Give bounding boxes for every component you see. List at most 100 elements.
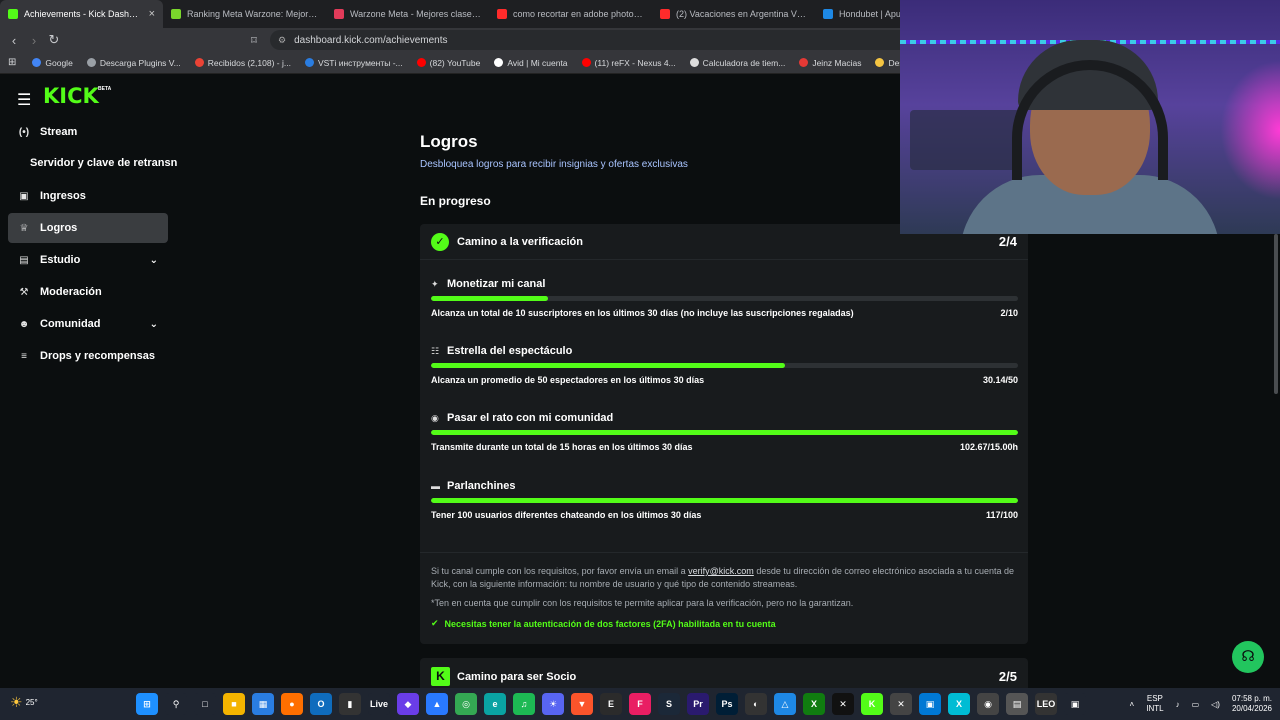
app-icon[interactable]: Live bbox=[368, 693, 390, 715]
sidebar-item-logros[interactable]: ♕ Logros bbox=[8, 213, 168, 243]
sidebar-item-stream-key[interactable]: Servidor y clave de retransn bbox=[30, 157, 177, 169]
browser-tab[interactable]: Ranking Meta Warzone: Mejores Cla bbox=[163, 0, 326, 28]
bookmark-favicon-icon bbox=[304, 58, 314, 67]
progress-fill bbox=[431, 296, 549, 301]
app-icon[interactable]: ▣ bbox=[1064, 693, 1086, 715]
chrome-icon[interactable]: ◎ bbox=[455, 693, 477, 715]
back-icon[interactable]: ‹ bbox=[4, 33, 24, 48]
bookmark-item[interactable]: Recibidos (2,108) - j... bbox=[191, 58, 295, 68]
bookmark-item[interactable]: Avid | Mi cuenta bbox=[490, 58, 571, 68]
bookmark-label: VSTі инструменты -... bbox=[317, 57, 403, 68]
app-icon[interactable]: F bbox=[629, 693, 651, 715]
app-icon[interactable]: X bbox=[948, 693, 970, 715]
sidebar-item-label: Logros bbox=[40, 222, 78, 234]
bookmark-icon[interactable]: ⌑ bbox=[244, 34, 264, 47]
sidebar-item-drops[interactable]: ≡ Drops y recompensas bbox=[8, 341, 168, 371]
app-icon[interactable]: ● bbox=[281, 693, 303, 715]
bookmark-favicon-icon bbox=[494, 58, 504, 67]
menu-icon[interactable]: ☰ bbox=[17, 90, 31, 110]
app-icon[interactable]: ◉ bbox=[977, 693, 999, 715]
achievement-card-partner[interactable]: K Camino para ser Socio 2/5 bbox=[420, 658, 1028, 688]
bookmark-item[interactable]: Descarga Plugins V... bbox=[83, 58, 185, 68]
sparkle-icon: ✦ bbox=[431, 278, 439, 289]
volume-icon[interactable]: ◁) bbox=[1211, 700, 1220, 709]
capcut-icon[interactable]: ✕ bbox=[832, 693, 854, 715]
app-icon[interactable]: △ bbox=[774, 693, 796, 715]
achievement-item: ◉ Pasar el rato con mi comunidad Transmite… bbox=[431, 411, 1018, 452]
bookmark-item[interactable]: (11) reFX - Nexus 4... bbox=[578, 58, 680, 68]
app-icon[interactable]: ▮ bbox=[339, 693, 361, 715]
app-icon[interactable]: ◆ bbox=[397, 693, 419, 715]
premiere-icon[interactable]: Pr bbox=[687, 693, 709, 715]
kick-logo-icon: K bbox=[431, 667, 450, 686]
bookmark-item[interactable]: Google bbox=[28, 58, 76, 68]
site-info-icon[interactable]: ⚙ bbox=[278, 35, 286, 46]
bookmark-item[interactable]: VSTі инструменты -... bbox=[301, 58, 407, 68]
close-tab-icon[interactable]: × bbox=[149, 8, 155, 20]
broadcast-icon: ◉ bbox=[431, 412, 439, 423]
bookmark-favicon-icon bbox=[799, 58, 809, 67]
store-icon[interactable]: ▦ bbox=[252, 693, 274, 715]
browser-tab[interactable]: como recortar en adobe photoshop bbox=[489, 0, 652, 28]
discord-icon[interactable]: ☀ bbox=[542, 693, 564, 715]
forward-icon[interactable]: › bbox=[24, 33, 44, 48]
bookmark-item[interactable]: Calculadora de tiem... bbox=[686, 58, 790, 68]
tab-title: Warzone Meta - Mejores clases - Tie bbox=[350, 9, 481, 19]
bookmark-item[interactable]: (82) YouTube bbox=[413, 58, 485, 68]
edge-icon[interactable]: e bbox=[484, 693, 506, 715]
achievement-title: ✦ Monetizar mi canal bbox=[431, 277, 1018, 291]
app-icon[interactable]: ▲ bbox=[426, 693, 448, 715]
brave-icon[interactable]: ▼ bbox=[571, 693, 593, 715]
app-icon[interactable]: ✕ bbox=[890, 693, 912, 715]
microphone-icon[interactable]: ♪ bbox=[1176, 700, 1180, 709]
task-view-icon[interactable]: □ bbox=[194, 693, 216, 715]
browser-tab[interactable]: Achievements - Kick Dashboard × bbox=[0, 0, 163, 28]
clock[interactable]: 07:58 p. m. 20/04/2026 bbox=[1232, 694, 1272, 714]
chevron-down-icon[interactable]: ⌄ bbox=[150, 255, 158, 266]
tab-title: como recortar en adobe photoshop bbox=[513, 9, 644, 19]
sidebar-item-ingresos[interactable]: ▣ Ingresos bbox=[8, 181, 168, 211]
chevron-down-icon[interactable]: ⌄ bbox=[150, 319, 158, 330]
broadcast-icon: (•) bbox=[18, 126, 30, 138]
search-icon[interactable]: ⚲ bbox=[165, 693, 187, 715]
bookmark-item[interactable]: Jeinz Macias bbox=[795, 58, 865, 68]
photoshop-icon[interactable]: Ps bbox=[716, 693, 738, 715]
epic-icon[interactable]: E bbox=[600, 693, 622, 715]
steam-icon[interactable]: S bbox=[658, 693, 680, 715]
weather-widget[interactable]: ☀ 25° bbox=[10, 694, 38, 711]
browser-tab[interactable]: (2) Vacaciones en Argentina VS Vaca bbox=[652, 0, 815, 28]
sidebar-item-stream[interactable]: (•) Stream bbox=[8, 117, 168, 147]
windows-start-icon[interactable]: ⊞ bbox=[136, 693, 158, 715]
sidebar-item-estudio[interactable]: ▤ Estudio ⌄ bbox=[8, 245, 168, 275]
taskbar-apps: ⊞ ⚲ □ ■ ▦ ● O ▮ Live ◆ ▲ ◎ e ♫ ☀ ▼ E F S Pr Ps ◐ △ X ✕ K ✕ ▣ X ◉ ▤ LEO ▣ bbox=[136, 693, 1086, 715]
network-icon[interactable]: ▭ bbox=[1192, 700, 1200, 709]
app-icon[interactable]: ◐ bbox=[745, 693, 767, 715]
apps-grid-icon[interactable]: ⊞ bbox=[8, 57, 16, 68]
verify-email-link[interactable]: verify@kick.com bbox=[688, 566, 754, 576]
url-field[interactable]: ⚙ dashboard.kick.com/achievements bbox=[270, 30, 910, 50]
achievement-progress-value: 102.67/15.00h bbox=[959, 442, 1018, 452]
page-scrollbar[interactable] bbox=[1274, 234, 1278, 394]
support-chat-icon[interactable]: ☊ bbox=[1232, 641, 1264, 673]
browser-tab[interactable]: Warzone Meta - Mejores clases - Tie bbox=[326, 0, 489, 28]
spotify-icon[interactable]: ♫ bbox=[513, 693, 535, 715]
app-icon[interactable]: ▤ bbox=[1006, 693, 1028, 715]
bookmark-label: Descarga Plugins V... bbox=[99, 57, 181, 68]
outlook-icon[interactable]: O bbox=[310, 693, 332, 715]
kick-icon[interactable]: K bbox=[861, 693, 883, 715]
sidebar-item-moderacion[interactable]: ⚒ Moderación bbox=[8, 277, 168, 307]
background-shelf bbox=[910, 110, 1020, 170]
sidebar-item-comunidad[interactable]: ☻ Comunidad ⌄ bbox=[8, 309, 168, 339]
language-indicator[interactable]: ESP INTL bbox=[1146, 694, 1163, 714]
xbox-icon[interactable]: X bbox=[803, 693, 825, 715]
kick-logo[interactable]: KICK bbox=[43, 84, 99, 108]
app-icon[interactable]: ▣ bbox=[919, 693, 941, 715]
chat-icon: ▬ bbox=[431, 481, 440, 491]
chevron-up-icon[interactable]: ˄ bbox=[1130, 700, 1135, 709]
page-title: Logros bbox=[420, 132, 478, 151]
reload-icon[interactable]: ↻ bbox=[44, 32, 64, 48]
file-explorer-icon[interactable]: ■ bbox=[223, 693, 245, 715]
bookmark-favicon-icon bbox=[416, 58, 426, 67]
app-icon[interactable]: LEO bbox=[1035, 693, 1057, 715]
achievement-name: Pasar el rato con mi comunidad bbox=[447, 412, 614, 424]
